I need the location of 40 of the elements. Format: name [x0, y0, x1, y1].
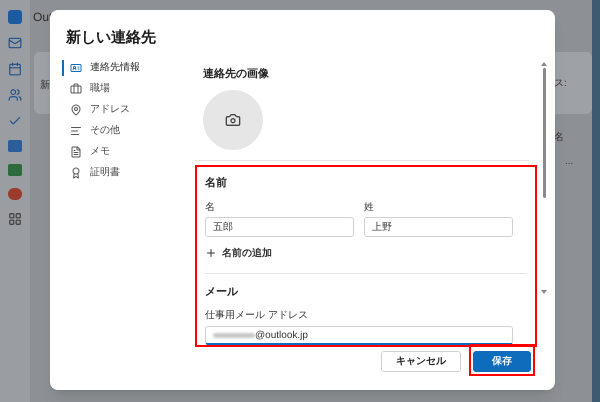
certificate-icon [70, 166, 82, 178]
app-logo-icon [8, 10, 22, 24]
email-field[interactable]: @outlook.jp [205, 326, 513, 345]
section-title: 名前 [205, 176, 228, 191]
background-text: ... [565, 155, 574, 169]
note-icon [70, 146, 82, 158]
contact-card-icon [70, 62, 82, 74]
apps-icon[interactable] [8, 212, 22, 226]
input-field[interactable]: 上野 [364, 216, 513, 236]
people-icon[interactable] [8, 88, 22, 102]
background-text: ス: [554, 77, 567, 91]
nav-item[interactable]: 職場 [62, 80, 195, 96]
cancel-button[interactable]: キャンセル [381, 351, 461, 372]
save-button[interactable]: 保存 [473, 351, 531, 372]
dialog-title: 新しい連絡先 [66, 28, 157, 48]
add-name-button[interactable]: 名前の追加 [205, 246, 272, 260]
app-icon[interactable] [8, 188, 22, 200]
field-label: 仕事用メール アドレス [205, 308, 309, 323]
section-title: 連絡先の画像 [203, 66, 270, 82]
nav-item[interactable]: メモ [62, 144, 195, 160]
map-pin-icon [70, 104, 82, 116]
plus-icon [205, 247, 217, 259]
field-label: 名 [205, 200, 216, 214]
background-text: 名 [554, 131, 564, 145]
calendar-icon[interactable] [8, 62, 22, 76]
email-value: @outlook.jp [255, 328, 308, 342]
nav-item[interactable]: 連絡先情報 [62, 60, 195, 76]
section-title: メール [205, 284, 239, 300]
input-field[interactable]: 五郎 [205, 216, 354, 236]
briefcase-icon [70, 82, 82, 94]
lines-icon [70, 124, 82, 136]
nav-item[interactable]: 証明書 [62, 164, 195, 180]
nav-item[interactable]: その他 [62, 122, 195, 138]
nav-item[interactable]: アドレス [62, 102, 195, 118]
scrollbar-thumb[interactable] [542, 68, 546, 198]
blurred-text [213, 332, 255, 338]
background-text: 新 [40, 78, 50, 93]
camera-icon [225, 112, 241, 128]
mail-icon[interactable] [8, 36, 22, 50]
field-label: 姓 [364, 200, 375, 214]
